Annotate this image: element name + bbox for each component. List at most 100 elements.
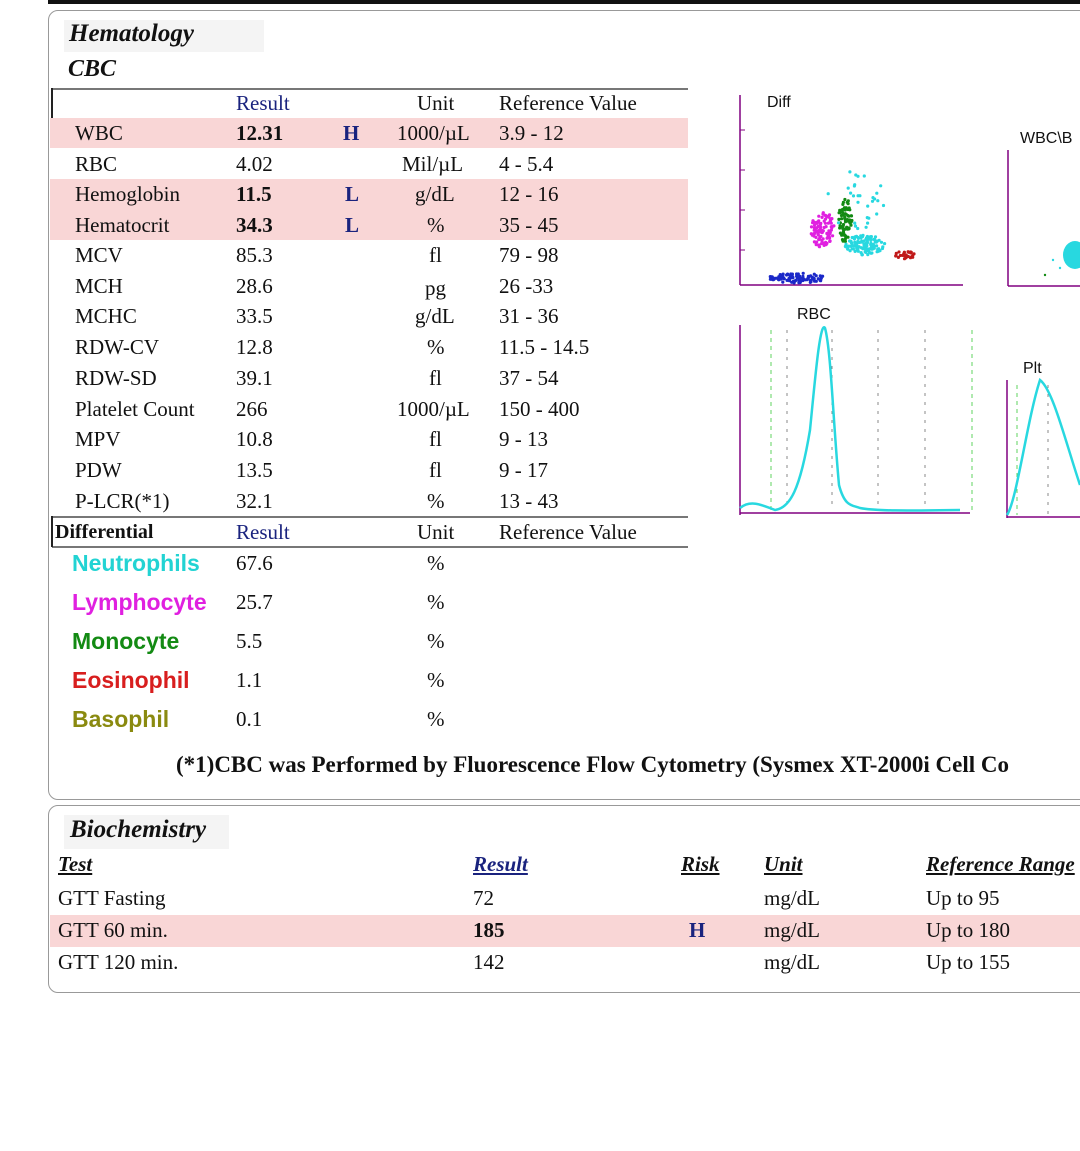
bio-reference: Up to 155	[926, 950, 1010, 974]
differential-left-border	[51, 516, 53, 547]
table-left-border	[51, 88, 53, 118]
scatter-point	[831, 234, 835, 238]
test-name: MPV	[75, 427, 121, 451]
scatter-point	[843, 208, 847, 212]
scatter-point	[869, 241, 873, 245]
scatter-point	[873, 197, 877, 201]
scatter-point	[781, 272, 785, 276]
scatter-point	[806, 276, 810, 280]
scatter-point	[795, 272, 799, 276]
test-unit: 1000/µL	[397, 121, 470, 145]
scatter-point	[902, 250, 906, 254]
diff-scatter-points	[768, 170, 916, 285]
scatter-point	[844, 242, 848, 246]
scatter-point	[849, 214, 854, 218]
test-name: MCH	[75, 274, 123, 298]
differential-result: 0.1	[236, 707, 263, 731]
test-unit: %	[427, 335, 445, 359]
test-reference: 37 - 54	[499, 366, 559, 390]
test-result: 32.1	[236, 489, 273, 513]
scatter-point	[894, 254, 898, 258]
test-unit: fl	[429, 243, 442, 267]
scatter-point	[867, 216, 871, 220]
scatter-point	[837, 217, 841, 221]
test-reference: 26 -33	[499, 274, 554, 298]
scatter-point	[853, 221, 857, 225]
test-unit: pg	[425, 276, 446, 300]
test-reference: 9 - 17	[499, 458, 548, 482]
hematology-title: Hematology	[69, 20, 194, 47]
scatter-point	[857, 240, 862, 244]
rbc-histogram	[739, 325, 973, 515]
differential-unit: %	[427, 629, 445, 653]
scatter-point	[856, 200, 860, 204]
test-name: RDW-CV	[75, 335, 159, 359]
scatter-point	[795, 276, 799, 280]
test-result: 13.5	[236, 458, 273, 482]
scatter-point	[836, 221, 841, 225]
bio-header-reference: Reference Range	[926, 852, 1075, 876]
test-result: 4.02	[236, 152, 273, 176]
scatter-point	[894, 251, 898, 255]
bio-test: GTT 120 min.	[58, 950, 179, 974]
test-reference: 12 - 16	[499, 182, 559, 206]
test-unit: g/dL	[415, 304, 455, 328]
scatter-point	[846, 202, 850, 206]
test-name: WBC	[75, 121, 123, 145]
scatter-point	[822, 225, 826, 230]
scatter-point	[863, 247, 867, 251]
differential-name-monocyte: Monocyte	[72, 628, 180, 654]
scatter-point	[912, 252, 916, 256]
scatter-point	[856, 235, 860, 239]
scatter-point	[876, 199, 880, 203]
plt-histogram	[1005, 377, 1080, 518]
scatter-point	[853, 224, 858, 228]
scatter-point	[817, 224, 821, 228]
scatter-point	[814, 274, 818, 278]
cbc-footnote: (*1)CBC was Performed by Fluorescence Fl…	[176, 752, 1009, 777]
scatter-point	[873, 240, 877, 244]
scatter-point	[822, 219, 826, 223]
test-reference: 4 - 5.4	[499, 152, 554, 176]
scatter-point	[815, 240, 819, 244]
scatter-point	[820, 215, 824, 219]
scatter-point	[854, 173, 858, 177]
scatter-point	[898, 253, 902, 258]
test-result: 39.1	[236, 366, 273, 390]
scatter-point	[793, 279, 797, 283]
differential-unit: %	[427, 707, 445, 731]
flag-low: L	[345, 182, 360, 206]
scatter-point	[829, 219, 833, 223]
scatter-point	[832, 224, 836, 228]
scatter-point	[908, 256, 913, 260]
scatter-point	[815, 220, 819, 224]
bio-header-unit: Unit	[764, 852, 803, 876]
differential-unit: %	[427, 590, 445, 614]
scatter-point	[870, 251, 874, 255]
bio-header-result: Result	[473, 852, 528, 876]
scatter-point	[848, 170, 852, 174]
scatter-point	[817, 214, 821, 218]
test-result: 85.3	[236, 243, 273, 267]
scatter-point	[816, 277, 820, 281]
scatter-point	[879, 240, 884, 244]
scatter-point	[817, 237, 822, 241]
differential-name-lymphocyte: Lymphocyte	[72, 589, 207, 615]
wbc-baso-scattergram	[1007, 150, 1080, 287]
differential-header-unit: Unit	[417, 520, 455, 544]
scatter-point	[869, 237, 873, 241]
differential-header-reference: Reference Value	[499, 520, 637, 544]
scatter-point	[859, 235, 863, 239]
scatter-point	[847, 214, 851, 218]
scatter-point	[810, 277, 814, 281]
scatter-point	[851, 194, 856, 198]
test-name: Platelet Count	[75, 397, 195, 421]
scatter-point	[828, 236, 832, 240]
scatter-point	[864, 225, 868, 229]
differential-result: 1.1	[236, 668, 263, 692]
scatter-point	[812, 228, 816, 232]
differential-header-result: Result	[236, 520, 290, 544]
scatter-point	[823, 213, 827, 217]
differential-title: Differential	[55, 521, 154, 543]
diff-scattergram	[739, 95, 963, 286]
